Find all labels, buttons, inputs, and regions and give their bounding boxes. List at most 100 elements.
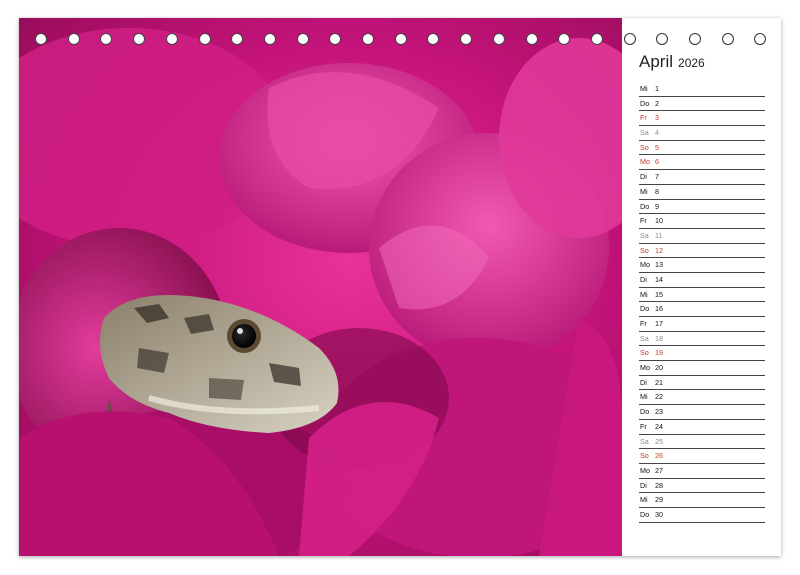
day-number: 1 bbox=[655, 84, 659, 93]
day-row: So 5 bbox=[639, 141, 765, 156]
day-number: 17 bbox=[655, 319, 663, 328]
day-row: So 19 bbox=[639, 346, 765, 362]
binding-hole-icon bbox=[525, 33, 538, 45]
day-number: 27 bbox=[655, 465, 663, 475]
weekday-label: Sa bbox=[640, 436, 649, 446]
day-number: 11 bbox=[655, 230, 663, 240]
binding-hole-icon bbox=[296, 33, 309, 45]
day-list: Mi 1 Do 2 Fr 3 Sa 4 So 5 Mo 6 Di 7 Mi 8 Do 9 Fr 10 Sa 11 So 12 M… bbox=[639, 82, 765, 523]
day-number: 19 bbox=[655, 348, 663, 358]
day-row: Mi 8 bbox=[639, 185, 765, 200]
weekday-label: Do bbox=[640, 201, 650, 211]
weekday-label: Mi bbox=[640, 186, 648, 196]
weekday-label: Di bbox=[640, 274, 647, 284]
day-number: 13 bbox=[655, 260, 663, 270]
day-row: Mi 1 bbox=[639, 82, 765, 97]
day-row: Fr 10 bbox=[639, 214, 765, 229]
day-row: Sa 18 bbox=[639, 332, 765, 347]
weekday-label: Mo bbox=[640, 363, 650, 373]
binding-hole-icon bbox=[492, 33, 505, 45]
binding-hole-icon bbox=[263, 33, 276, 45]
day-number: 7 bbox=[655, 172, 659, 182]
day-row: So 26 bbox=[639, 449, 765, 464]
month-header: April 2026 bbox=[639, 52, 765, 82]
day-number: 14 bbox=[655, 274, 663, 284]
day-row: Di 14 bbox=[639, 273, 765, 288]
day-row: Do 30 bbox=[639, 508, 765, 523]
weekday-label: Fr bbox=[640, 319, 647, 328]
day-number: 23 bbox=[655, 407, 663, 417]
day-row: So 12 bbox=[639, 244, 765, 259]
day-row: Mo 27 bbox=[639, 464, 765, 479]
day-row: Mo 20 bbox=[639, 361, 765, 376]
weekday-label: Mi bbox=[640, 392, 648, 402]
weekday-label: Mi bbox=[640, 289, 648, 299]
weekday-label: So bbox=[640, 348, 649, 358]
weekday-label: Mo bbox=[640, 465, 650, 475]
binding-hole-icon bbox=[721, 33, 734, 45]
binding-hole-icon bbox=[689, 33, 701, 45]
binding-hole-icon bbox=[754, 33, 767, 45]
month-calendar: April 2026 Mi 1 Do 2 Fr 3 Sa 4 So 5 Mo 6 Di 7 Mi 8 Do 9 Fr… bbox=[639, 52, 765, 523]
year: 2026 bbox=[678, 56, 705, 70]
day-row: Do 9 bbox=[639, 200, 765, 215]
lizard-eye bbox=[232, 324, 256, 348]
day-row: Mo 13 bbox=[639, 258, 765, 273]
photo-lizard-flowers bbox=[19, 18, 622, 556]
binding-hole-icon bbox=[460, 33, 473, 45]
day-row: Sa 11 bbox=[639, 229, 765, 244]
weekday-label: So bbox=[640, 142, 649, 152]
day-row: Di 21 bbox=[639, 376, 765, 391]
binding-hole-icon bbox=[198, 33, 211, 45]
day-row: Sa 4 bbox=[639, 126, 765, 141]
weekday-label: Fr bbox=[640, 113, 647, 123]
day-number: 26 bbox=[655, 451, 663, 461]
day-number: 29 bbox=[655, 495, 663, 505]
day-number: 3 bbox=[655, 113, 659, 123]
weekday-label: Do bbox=[640, 509, 650, 519]
day-row: Fr 24 bbox=[639, 420, 765, 435]
binding-hole-icon bbox=[427, 33, 440, 45]
binding-hole-icon bbox=[656, 33, 669, 45]
day-row: Mi 29 bbox=[639, 493, 765, 508]
weekday-label: Do bbox=[640, 407, 650, 417]
day-number: 15 bbox=[655, 289, 663, 299]
day-number: 30 bbox=[655, 509, 663, 519]
binding-hole-icon bbox=[67, 33, 80, 45]
weekday-label: Sa bbox=[640, 333, 649, 343]
day-number: 20 bbox=[655, 363, 663, 373]
day-number: 18 bbox=[655, 333, 663, 343]
weekday-label: Mi bbox=[640, 495, 648, 505]
day-number: 28 bbox=[655, 480, 663, 490]
day-number: 16 bbox=[655, 304, 663, 314]
day-number: 4 bbox=[655, 128, 659, 138]
binding-hole-icon bbox=[231, 33, 244, 45]
day-number: 5 bbox=[655, 142, 659, 152]
day-row: Mi 22 bbox=[639, 390, 765, 406]
day-number: 22 bbox=[655, 392, 663, 402]
day-row: Do 2 bbox=[639, 97, 765, 112]
day-row: Mi 15 bbox=[639, 288, 765, 303]
binding-hole-icon bbox=[100, 33, 113, 45]
weekday-label: Fr bbox=[640, 421, 647, 431]
day-row: Di 28 bbox=[639, 479, 765, 494]
photo-illustration bbox=[19, 18, 622, 556]
weekday-label: Sa bbox=[640, 230, 649, 240]
weekday-label: So bbox=[640, 451, 649, 461]
day-row: Mo 6 bbox=[639, 155, 765, 171]
day-number: 24 bbox=[655, 421, 663, 431]
calendar-page: April 2026 Mi 1 Do 2 Fr 3 Sa 4 So 5 Mo 6 Di 7 Mi 8 Do 9 Fr… bbox=[19, 18, 781, 556]
weekday-label: Fr bbox=[640, 216, 647, 226]
binding-hole-icon bbox=[133, 33, 146, 45]
day-number: 21 bbox=[655, 377, 663, 387]
day-number: 9 bbox=[655, 201, 659, 211]
day-number: 6 bbox=[655, 157, 659, 167]
day-number: 10 bbox=[655, 216, 663, 226]
binding-hole-icon bbox=[165, 33, 178, 45]
day-row: Fr 3 bbox=[639, 111, 765, 127]
month-name: April bbox=[639, 52, 674, 71]
binding-hole-icon bbox=[590, 33, 603, 45]
binding-hole-icon bbox=[329, 33, 342, 45]
binding-hole-icon bbox=[623, 33, 636, 45]
day-row: Do 23 bbox=[639, 405, 765, 420]
